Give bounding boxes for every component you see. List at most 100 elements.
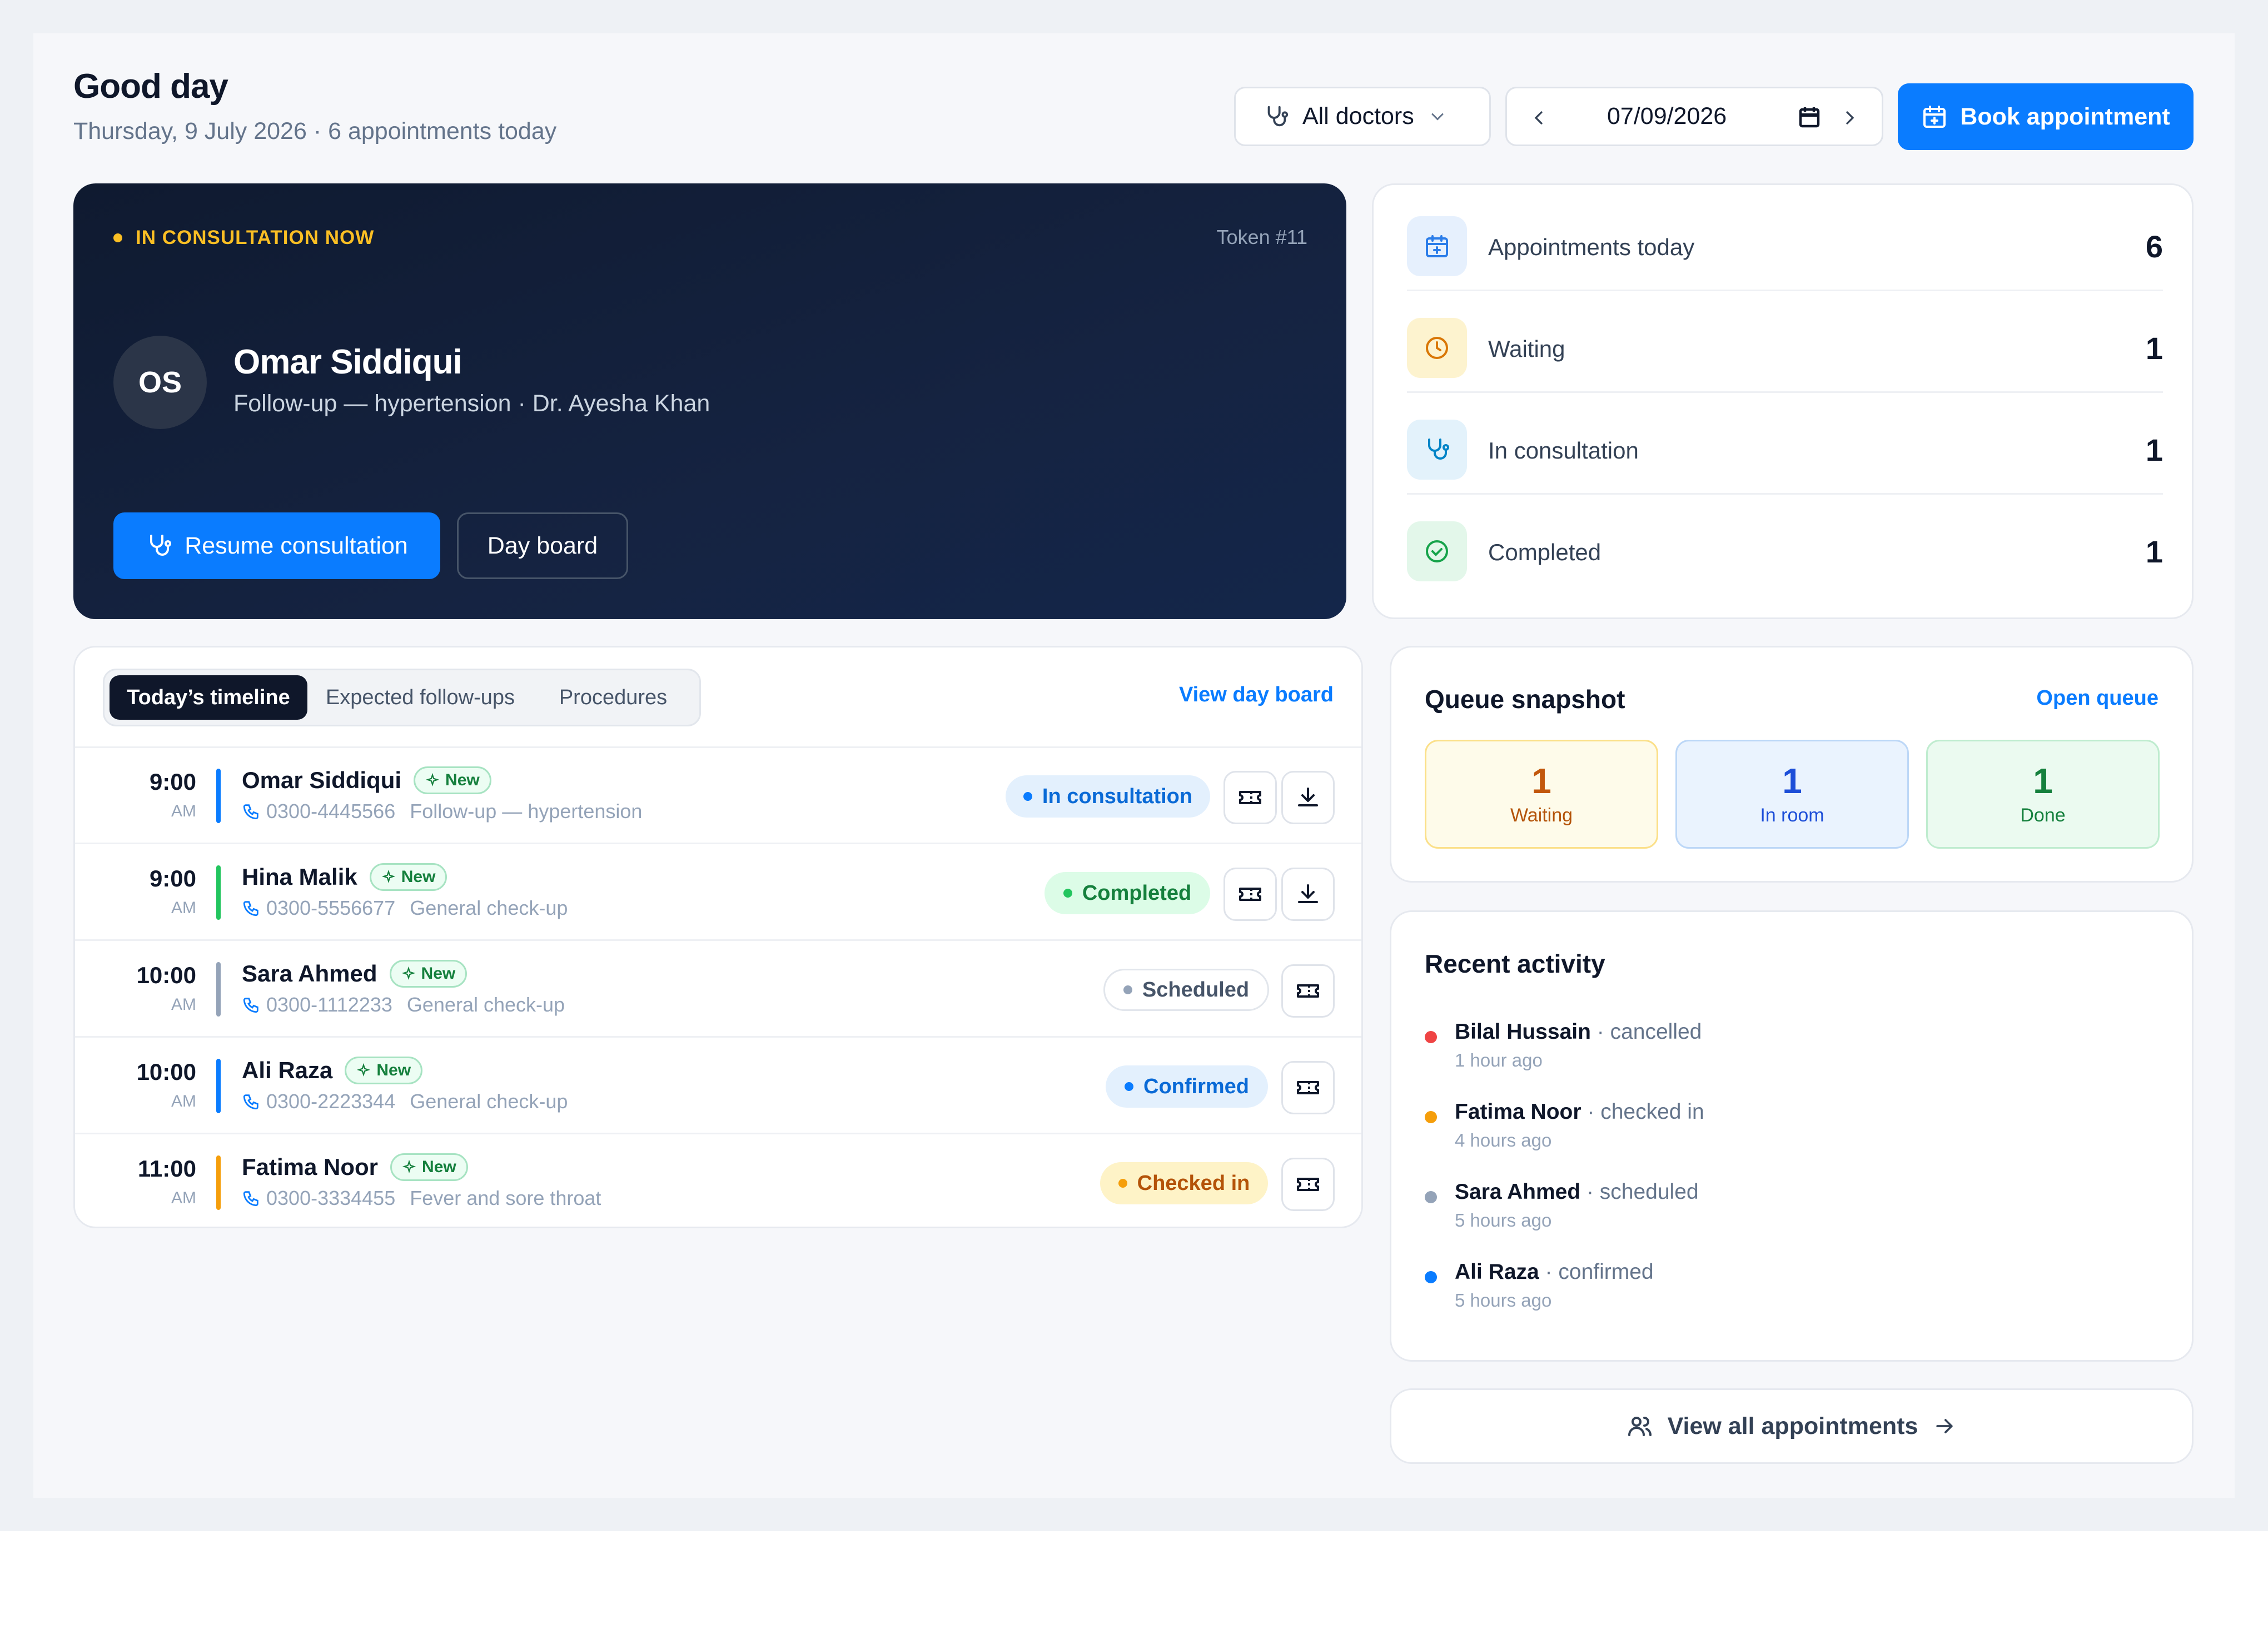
activity-dot: [1425, 1191, 1437, 1203]
appointment-reason: Fever and sore throat: [410, 1187, 601, 1209]
activity-name: Fatima Noor: [1455, 1100, 1581, 1124]
appointment-ampm: AM: [171, 995, 196, 1014]
resume-consultation-button[interactable]: Resume consultation: [113, 512, 440, 579]
date-input[interactable]: 07/09/2026: [1607, 103, 1727, 130]
chevron-left-icon: [1528, 107, 1550, 129]
status-badge: Scheduled: [1103, 969, 1269, 1011]
patient-phone: 0300-3334455: [266, 1187, 396, 1209]
table-row[interactable]: 9:00 AM Hina Malik New 0300-5556677 Gene…: [75, 844, 1361, 941]
ticket-button[interactable]: [1223, 771, 1277, 824]
page-subtitle: Thursday, 9 July 2026 · 6 appointments t…: [73, 118, 557, 145]
table-row[interactable]: 10:00 AM Ali Raza New 0300-2223344 Gener…: [75, 1038, 1361, 1134]
status-dot: [1063, 889, 1072, 898]
phone-icon: [242, 995, 261, 1014]
ticket-button[interactable]: [1223, 868, 1277, 921]
ticket-icon: [1237, 881, 1264, 908]
patient-name-group: Hina Malik New: [242, 863, 447, 891]
queue-label: Waiting: [1510, 805, 1573, 826]
day-board-button[interactable]: Day board: [457, 512, 628, 579]
patient-meta: 0300-5556677 General check-up: [242, 896, 568, 920]
stat-label: In consultation: [1488, 437, 1639, 464]
stat-value: 1: [2145, 331, 2163, 366]
doctor-filter-value: All doctors: [1302, 103, 1414, 129]
ticket-button[interactable]: [1281, 964, 1335, 1018]
activity-dot: [1425, 1031, 1437, 1043]
calendar-plus-icon: [1407, 216, 1467, 276]
download-button[interactable]: [1281, 868, 1335, 921]
doctor-filter-select[interactable]: All doctors: [1234, 87, 1491, 146]
patient-meta: 0300-3334455 Fever and sore throat: [242, 1187, 601, 1210]
table-row[interactable]: 11:00 AM Fatima Noor New 0300-3334455 Fe…: [75, 1134, 1361, 1231]
book-appointment-button[interactable]: Book appointment: [1898, 83, 2194, 150]
patient-name: Hina Malik: [242, 864, 357, 890]
activity-title: Recent activity: [1425, 949, 1605, 978]
stethoscope-icon: [1264, 104, 1289, 129]
next-day-button[interactable]: [1835, 103, 1865, 133]
status-dot: [1023, 792, 1032, 801]
view-all-appointments-button[interactable]: View all appointments: [1390, 1388, 2194, 1464]
view-all-label: View all appointments: [1667, 1412, 1918, 1439]
open-queue-link[interactable]: Open queue: [2036, 686, 2158, 710]
view-day-board-link[interactable]: View day board: [1179, 683, 1334, 707]
appointment-ampm: AM: [171, 1189, 196, 1207]
stat-label: Completed: [1488, 539, 1601, 565]
table-row[interactable]: 10:00 AM Sara Ahmed New 0300-1112233 Gen…: [75, 941, 1361, 1038]
activity-action: · cancelled: [1590, 1020, 1702, 1044]
book-appointment-label: Book appointment: [1960, 103, 2170, 130]
prev-day-button[interactable]: [1524, 103, 1554, 133]
tab-expected-follow-ups[interactable]: Expected follow-ups: [315, 675, 526, 720]
activity-time: 4 hours ago: [1455, 1130, 1552, 1150]
patient-phone: 0300-1112233: [266, 993, 392, 1016]
users-icon: [1627, 1413, 1653, 1439]
queue-count: 1: [1531, 761, 1551, 801]
ticket-icon: [1295, 1171, 1321, 1198]
activity-dot: [1425, 1111, 1437, 1123]
status-bar: [216, 769, 221, 823]
new-badge-label: New: [422, 1158, 456, 1176]
stat-value: 1: [2145, 432, 2163, 467]
sparkle-icon: [356, 1063, 371, 1078]
table-row[interactable]: 9:00 AM Omar Siddiqui New 0300-4445566 F…: [75, 748, 1361, 844]
sparkle-icon: [381, 870, 396, 884]
stats-card: Appointments today 6 Waiting 1 In consul…: [1372, 183, 2194, 619]
appointment-time: 10:00: [136, 962, 196, 988]
download-button[interactable]: [1281, 771, 1335, 824]
tab-todays-timeline[interactable]: Today’s timeline: [110, 675, 307, 720]
activity-time: 5 hours ago: [1455, 1290, 1552, 1311]
activity-name: Bilal Hussain: [1455, 1020, 1591, 1044]
chevron-down-icon: [1428, 107, 1448, 127]
patient-phone: 0300-4445566: [266, 800, 396, 823]
ticket-icon: [1295, 1074, 1321, 1101]
ticket-button[interactable]: [1281, 1158, 1335, 1211]
current-consultation-card: IN CONSULTATION NOW Token #11 OS Omar Si…: [73, 183, 1346, 619]
patient-name: Sara Ahmed: [242, 960, 377, 987]
status-label: In consultation: [1042, 784, 1193, 808]
ticket-button[interactable]: [1281, 1061, 1335, 1114]
patient-phone: 0300-2223344: [266, 1090, 396, 1113]
timeline-card: Today’s timeline Expected follow-ups Pro…: [73, 646, 1363, 1228]
check-circle-icon: [1407, 521, 1467, 581]
new-badge-label: New: [376, 1061, 411, 1079]
arrow-right-icon: [1932, 1414, 1957, 1438]
activity-dot: [1425, 1271, 1437, 1283]
stat-label: Appointments today: [1488, 234, 1695, 260]
patient-meta: 0300-4445566 Follow-up — hypertension: [242, 800, 642, 823]
new-badge-label: New: [445, 771, 480, 789]
queue-waiting: 1 Waiting: [1425, 740, 1658, 849]
calendar-icon[interactable]: [1796, 104, 1823, 131]
patient-name-group: Ali Raza New: [242, 1057, 423, 1084]
patient-name-group: Fatima Noor New: [242, 1153, 468, 1181]
status-dot: [1118, 1179, 1127, 1188]
download-icon: [1295, 784, 1321, 811]
queue-done: 1 Done: [1926, 740, 2160, 849]
appointment-time: 10:00: [136, 1059, 196, 1085]
appointment-ampm: AM: [171, 899, 196, 917]
activity-text: Sara Ahmed · scheduled: [1455, 1180, 1699, 1204]
activity-name: Ali Raza: [1455, 1260, 1539, 1284]
recent-activity-card: Recent activity Bilal Hussain · cancelle…: [1390, 910, 2194, 1362]
patient-description: Follow-up — hypertension · Dr. Ayesha Kh…: [233, 390, 710, 417]
tab-procedures[interactable]: Procedures: [533, 675, 694, 720]
status-bar: [216, 1059, 221, 1113]
status-label: Checked in: [1137, 1171, 1250, 1195]
phone-icon: [242, 1189, 261, 1208]
